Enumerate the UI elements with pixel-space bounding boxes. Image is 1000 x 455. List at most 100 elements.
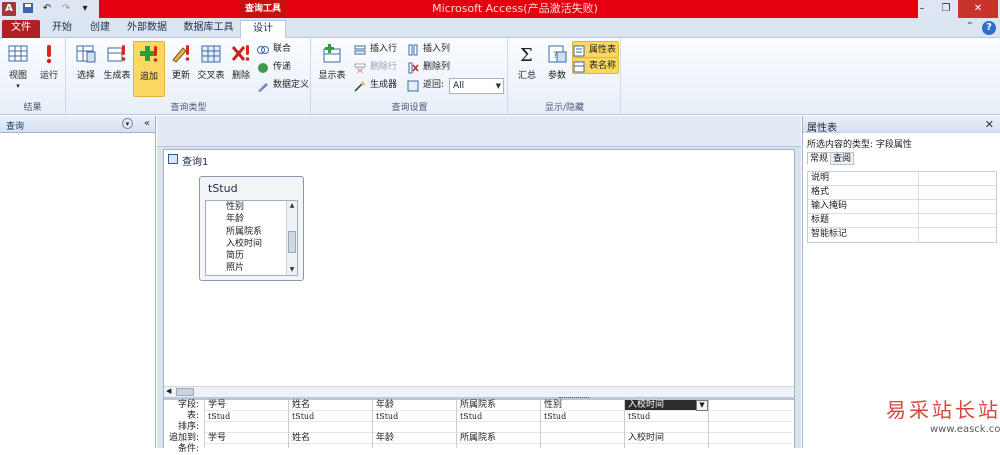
field-cell[interactable]: 学号 (205, 400, 288, 411)
close-icon[interactable]: ✕ (985, 118, 994, 131)
table-cell[interactable]: tStud (373, 411, 456, 422)
tab-file[interactable]: 文件 (2, 20, 40, 38)
field-cell[interactable]: 所属院系 (457, 400, 540, 411)
scroll-thumb[interactable] (288, 230, 296, 253)
collapse-pane-icon[interactable]: « (144, 118, 150, 129)
tab-external-data[interactable]: 外部数据 (124, 20, 170, 38)
data-definition-button[interactable]: 数据定义 (257, 77, 309, 94)
minimize-icon[interactable]: – (910, 0, 934, 18)
grid-column[interactable]: 姓名 tStud 姓名 (288, 400, 372, 448)
append-to-cell[interactable]: 所属院系 (457, 433, 540, 444)
sort-cell[interactable] (205, 422, 288, 433)
table-row[interactable]: 说明 (808, 172, 996, 186)
list-item[interactable]: 所属院系 (206, 226, 297, 238)
help-icon[interactable]: ? (982, 21, 996, 35)
tab-create[interactable]: 创建 (84, 20, 116, 38)
sort-cell[interactable] (709, 422, 792, 433)
append-query-button[interactable]: 追加 (133, 41, 165, 97)
return-select[interactable]: All ▼ (449, 78, 504, 94)
property-value[interactable] (919, 200, 996, 213)
table-design-area[interactable]: tStud 性别 年龄 所属院系 入校时间 简历 照片 ▲ ▼ (164, 168, 794, 404)
show-table-button[interactable]: 显示表 (315, 41, 349, 97)
delete-query-button[interactable]: 删除 (225, 41, 257, 97)
list-item[interactable]: 年龄 (206, 213, 297, 225)
append-to-cell[interactable]: 学号 (205, 433, 288, 444)
append-to-cell[interactable]: 姓名 (289, 433, 372, 444)
list-item[interactable]: 照片 (206, 262, 297, 274)
chevron-down-icon[interactable]: ▾ (122, 118, 133, 129)
property-sheet-button[interactable]: 属性表 (572, 41, 620, 58)
save-icon[interactable] (21, 2, 35, 16)
tab-general[interactable]: 常规 (807, 152, 832, 165)
table-cell[interactable]: tStud (457, 411, 540, 422)
sort-cell[interactable] (289, 422, 372, 433)
builder-button[interactable]: 生成器 (354, 77, 397, 94)
table-names-button[interactable]: 表名称 (572, 57, 620, 74)
grid-column[interactable]: 所属院系 tStud 所属院系 (456, 400, 540, 448)
field-cell-selected[interactable]: 入校时间 (625, 400, 696, 411)
table-row[interactable]: 输入掩码 (808, 200, 996, 214)
field-cell[interactable]: 性别 (541, 400, 624, 411)
grid-column[interactable]: 性别 tStud (540, 400, 624, 448)
tab-database-tools[interactable]: 数据库工具 (181, 20, 236, 38)
redo-icon[interactable]: ↷ (59, 2, 73, 16)
customize-qat-icon[interactable]: ▾ (78, 2, 92, 16)
tab-lookup[interactable]: 查阅 (830, 152, 855, 165)
property-value[interactable] (919, 228, 996, 242)
grid-column[interactable]: 年龄 tStud 年龄 (372, 400, 456, 448)
table-cell[interactable] (709, 411, 792, 422)
undo-icon[interactable]: ↶ (40, 2, 54, 16)
pass-through-button[interactable]: 传递 (257, 59, 291, 76)
table-field-list[interactable]: tStud 性别 年龄 所属院系 入校时间 简历 照片 ▲ ▼ (199, 176, 304, 281)
append-to-cell[interactable] (709, 433, 792, 444)
grid-column[interactable]: 入校时间 ▼ tStud 入校时间 (624, 400, 708, 448)
table-row[interactable]: 标题 (808, 214, 996, 228)
delete-rows-button[interactable]: 删除行 (354, 59, 397, 76)
list-item[interactable]: 简历 (206, 250, 297, 262)
grid-column[interactable]: 学号 tStud 学号 (204, 400, 288, 448)
property-value[interactable] (919, 214, 996, 227)
run-button[interactable]: 运行 (33, 41, 65, 97)
sort-cell[interactable] (625, 422, 708, 433)
totals-button[interactable]: Σ 汇总 (511, 41, 543, 97)
scroll-up-icon[interactable]: ▲ (287, 201, 297, 211)
tab-home[interactable]: 开始 (46, 20, 78, 38)
grid-column[interactable] (708, 400, 792, 448)
table-cell[interactable]: tStud (541, 411, 624, 422)
scroll-thumb[interactable] (176, 388, 194, 396)
restore-icon[interactable]: ❐ (934, 0, 958, 18)
view-button[interactable]: 视图 ▾ (2, 41, 34, 97)
insert-rows-button[interactable]: 插入行 (354, 41, 397, 58)
navigation-pane-header[interactable]: 查询 ▾ « (0, 116, 155, 133)
query-tab[interactable]: 查询1 (164, 150, 794, 168)
sort-cell[interactable] (457, 422, 540, 433)
table-row[interactable]: 格式 (808, 186, 996, 200)
insert-columns-button[interactable]: 插入列 (407, 41, 450, 58)
design-area-scrollbar[interactable]: ◀ (164, 386, 794, 397)
union-button[interactable]: 联合 (257, 41, 291, 58)
select-query-button[interactable]: 选择 (70, 41, 102, 97)
access-logo-icon[interactable]: A (2, 2, 16, 16)
parameters-button[interactable]: ? 参数 (541, 41, 573, 97)
field-list-scrollbar[interactable]: ▲ ▼ (286, 201, 297, 275)
crosstab-query-button[interactable]: 交叉表 (195, 41, 227, 97)
append-to-cell[interactable]: 入校时间 (625, 433, 708, 444)
sort-cell[interactable] (373, 422, 456, 433)
property-value[interactable] (919, 172, 996, 185)
scroll-down-icon[interactable]: ▼ (287, 265, 297, 275)
delete-columns-button[interactable]: 删除列 (407, 59, 450, 76)
list-item[interactable]: 入校时间 (206, 238, 297, 250)
close-icon[interactable]: ✕ (958, 0, 998, 18)
append-to-cell[interactable] (541, 433, 624, 444)
table-row[interactable]: 智能标记 (808, 228, 996, 242)
tab-design[interactable]: 设计 (240, 20, 286, 38)
update-query-button[interactable]: 更新 (165, 41, 197, 97)
field-cell[interactable] (709, 400, 792, 411)
table-cell[interactable]: tStud (625, 411, 708, 422)
append-to-cell[interactable]: 年龄 (373, 433, 456, 444)
list-item[interactable]: 性别 (206, 201, 297, 213)
field-list[interactable]: 性别 年龄 所属院系 入校时间 简历 照片 ▲ ▼ (205, 200, 298, 276)
property-value[interactable] (919, 186, 996, 199)
field-cell[interactable]: 年龄 (373, 400, 456, 411)
table-cell[interactable]: tStud (289, 411, 372, 422)
